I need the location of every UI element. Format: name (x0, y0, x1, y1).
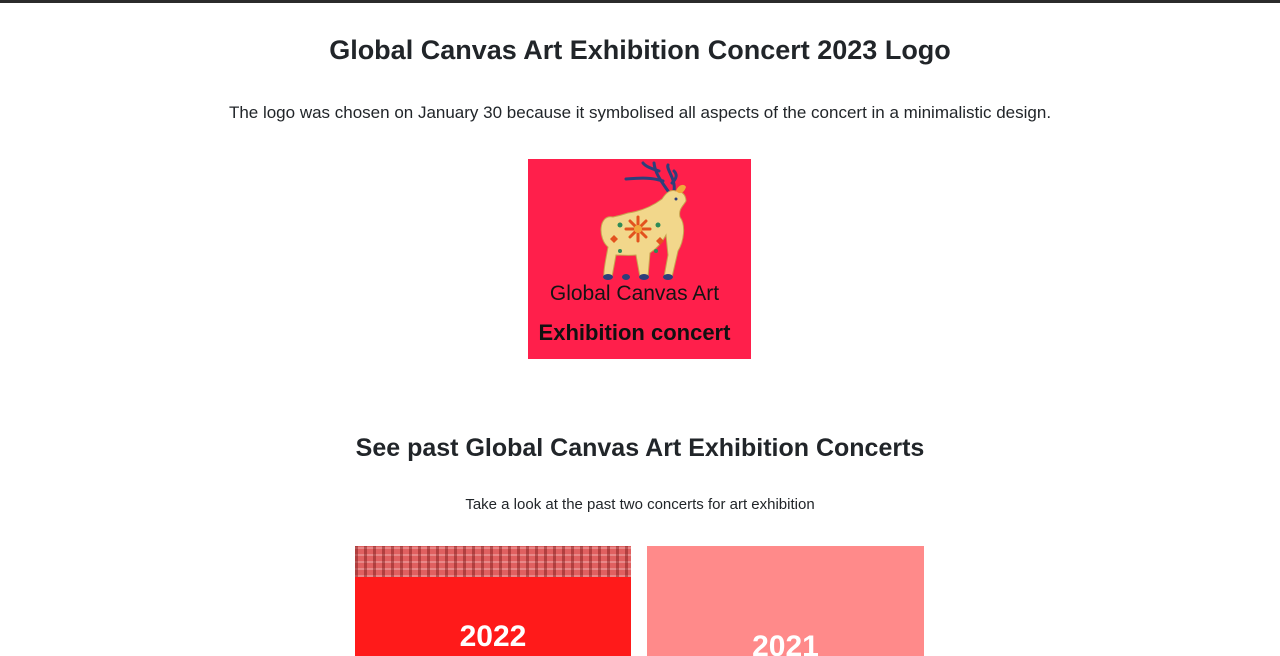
past-concerts-description: Take a look at the past two concerts for… (465, 496, 815, 513)
card-background-image (355, 546, 631, 577)
card-year-label: 2022 (459, 620, 527, 653)
logo-text-line1: Global Canvas Art (549, 282, 720, 305)
concert-card-2022[interactable]: 2022 (355, 546, 631, 656)
logo-section-description: The logo was chosen on January 30 becaus… (228, 103, 1052, 122)
logo-text-line2: Exhibition concert (538, 320, 731, 345)
concert-card-2021[interactable]: 2021 (647, 546, 924, 656)
past-concerts-title: See past Global Canvas Art Exhibition Co… (355, 434, 925, 462)
concert-logo-image: Global Canvas Art Exhibition concert (528, 159, 751, 359)
card-year-label: 2021 (752, 630, 819, 656)
main-content: Global Canvas Art Exhibition Concert 202… (0, 0, 1280, 656)
logo-section-title: Global Canvas Art Exhibition Concert 202… (329, 35, 951, 65)
